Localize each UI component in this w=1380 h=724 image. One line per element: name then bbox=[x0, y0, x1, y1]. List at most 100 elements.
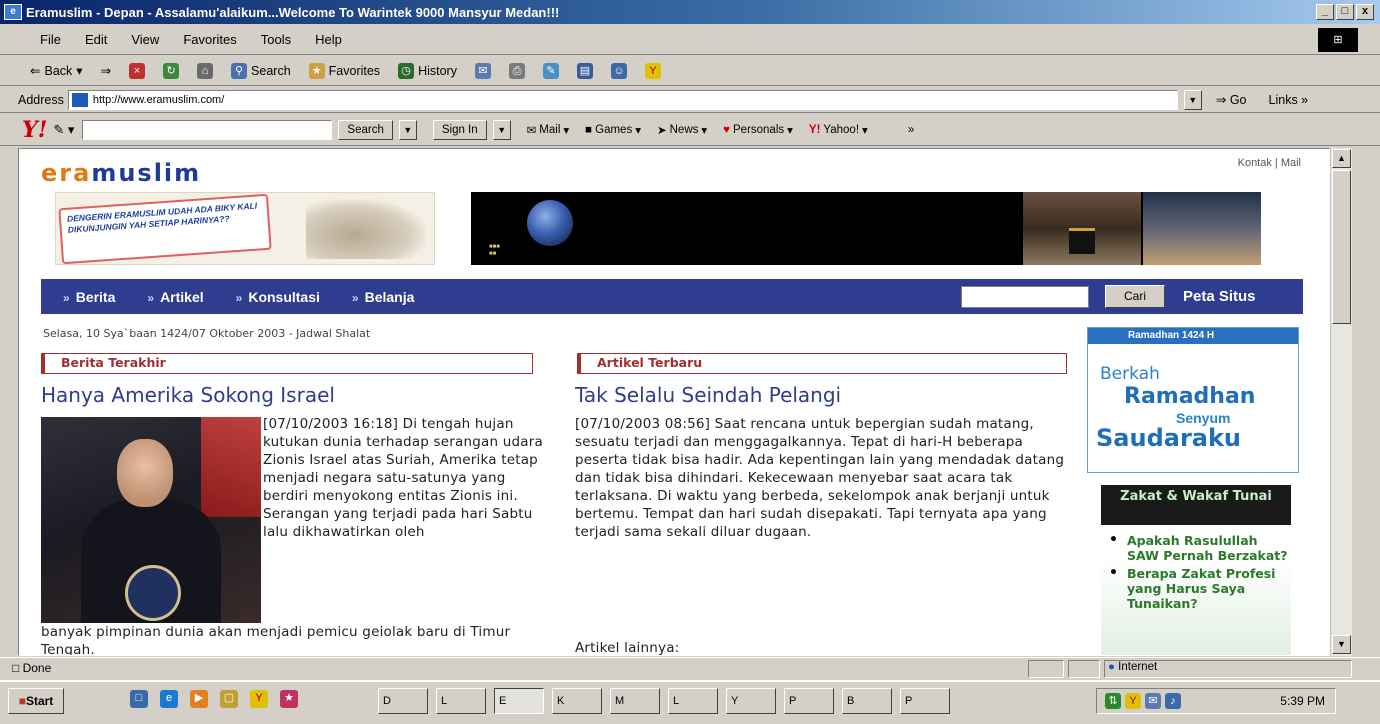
site-search-input[interactable] bbox=[961, 286, 1089, 308]
yahoo-personals-button[interactable]: ♥ Personals ▾ bbox=[723, 123, 793, 137]
refresh-button[interactable]: ↻ bbox=[163, 62, 180, 79]
print-button[interactable]: ⎙ bbox=[508, 62, 525, 79]
mail-button[interactable]: ✉ bbox=[474, 62, 491, 79]
toolbar-more-button[interactable]: » bbox=[908, 124, 914, 136]
search-button[interactable]: ⚲ Search bbox=[231, 62, 291, 79]
task-button[interactable]: Y bbox=[726, 688, 776, 714]
media-player-icon[interactable]: ▶ bbox=[190, 690, 208, 708]
address-dropdown-button[interactable]: ▼ bbox=[1183, 89, 1202, 110]
artikel-lainnya-label: Artikel lainnya: bbox=[575, 640, 680, 656]
scroll-thumb[interactable] bbox=[1332, 170, 1351, 324]
ramadhan-bar: Ramadhan 1424 H bbox=[1088, 328, 1298, 344]
back-button[interactable]: ⇐ Back ▾ bbox=[30, 63, 83, 79]
menu-favorites[interactable]: Favorites bbox=[183, 32, 236, 47]
nav-belanja[interactable]: » Belanja bbox=[352, 289, 415, 305]
task-button[interactable]: B bbox=[842, 688, 892, 714]
sign-in-button[interactable]: Sign In bbox=[432, 119, 487, 140]
address-input[interactable]: http://www.eramuslim.com/ bbox=[67, 89, 1178, 110]
favorites-button[interactable]: ★ Favorites bbox=[308, 62, 381, 79]
mecca-photo bbox=[1143, 192, 1261, 265]
yahoo-news-button[interactable]: ➤ News ▾ bbox=[657, 123, 707, 137]
network-icon[interactable]: ⇅ bbox=[1105, 693, 1121, 709]
links-button[interactable]: Links » bbox=[1269, 93, 1309, 107]
nav-berita[interactable]: » Berita bbox=[63, 289, 115, 305]
yahoo-home-button[interactable]: Y! Yahoo! ▾ bbox=[809, 123, 868, 137]
history-button[interactable]: ◷ History bbox=[398, 62, 457, 79]
show-desktop-icon[interactable]: □ bbox=[130, 690, 148, 708]
standard-toolbar: ⇐ Back ▾ ⇒ × ↻ ⌂ ⚲ Search ★ Favorites ◷ … bbox=[0, 56, 1380, 86]
radio-banner[interactable]: DENGERIN ERAMUSLIM UDAH ADA BIKY KALI DI… bbox=[55, 192, 435, 265]
yahoo-quicklaunch-icon[interactable]: Y bbox=[250, 690, 268, 708]
window-title: Eramuslim - Depan - Assalamu'alaikum...W… bbox=[26, 4, 560, 20]
page-done-icon: □ bbox=[12, 661, 20, 675]
security-zone: ● Internet bbox=[1108, 661, 1157, 673]
go-button[interactable]: ⇒ Go bbox=[1216, 92, 1247, 107]
zakat-link[interactable]: Berapa Zakat Profesi yang Harus Saya Tun… bbox=[1101, 566, 1291, 611]
scroll-down-arrow-icon[interactable]: ▼ bbox=[1332, 635, 1351, 654]
news-icon: ➤ bbox=[656, 124, 667, 137]
menu-edit[interactable]: Edit bbox=[85, 32, 107, 47]
nav-artikel[interactable]: » Artikel bbox=[147, 289, 203, 305]
task-button[interactable]: D bbox=[378, 688, 428, 714]
vertical-scrollbar[interactable]: ▲ ▼ bbox=[1330, 148, 1352, 656]
sign-in-dropdown[interactable]: ▼ bbox=[492, 119, 511, 140]
print-icon: ⎙ bbox=[508, 62, 525, 79]
messenger-button[interactable]: ☺ bbox=[610, 62, 627, 79]
discuss-button[interactable]: ▤ bbox=[576, 62, 593, 79]
maximize-button[interactable]: □ bbox=[1336, 4, 1354, 20]
start-button[interactable]: ■Start bbox=[8, 688, 64, 714]
peta-situs-link[interactable]: Peta Situs bbox=[1183, 288, 1256, 305]
menu-help[interactable]: Help bbox=[315, 32, 342, 47]
nav-belanja-label: Belanja bbox=[364, 288, 415, 305]
yahoo-games-button[interactable]: ■ Games ▾ bbox=[585, 123, 641, 137]
favorites-label: Favorites bbox=[328, 63, 381, 78]
history-icon: ◷ bbox=[398, 62, 415, 79]
cari-button[interactable]: Cari bbox=[1105, 285, 1165, 308]
artikel-headline-link[interactable]: Tak Selalu Seindah Pelangi bbox=[575, 383, 841, 407]
ramadhan-banner[interactable]: Ramadhan 1424 H Berkah Ramadhan Senyum S… bbox=[1087, 327, 1299, 473]
yahoo-mail-button[interactable]: ✉ Mail ▾ bbox=[527, 123, 570, 137]
top-links[interactable]: Kontak | Mail bbox=[1238, 157, 1301, 169]
forward-button[interactable]: ⇒ bbox=[101, 63, 111, 78]
yahoo-search-input[interactable] bbox=[82, 119, 333, 140]
mail-tray-icon[interactable]: ✉ bbox=[1145, 693, 1161, 709]
eramuslim-logo[interactable]: eramuslim bbox=[41, 159, 201, 187]
task-button[interactable]: P bbox=[900, 688, 950, 714]
berita-headline-link[interactable]: Hanya Amerika Sokong Israel bbox=[41, 383, 335, 407]
yahoo-messenger-button[interactable]: Y bbox=[644, 62, 661, 79]
nav-konsultasi[interactable]: » Konsultasi bbox=[236, 289, 320, 305]
task-button[interactable]: L bbox=[436, 688, 486, 714]
menu-file[interactable]: File bbox=[40, 32, 61, 47]
refresh-icon: ↻ bbox=[163, 62, 180, 79]
ie-quicklaunch-icon[interactable]: e bbox=[160, 690, 178, 708]
task-button[interactable]: M bbox=[610, 688, 660, 714]
task-button[interactable]: K bbox=[552, 688, 602, 714]
home-button[interactable]: ⌂ bbox=[197, 62, 214, 79]
status-text: □ Done bbox=[12, 661, 51, 675]
yahoo-search-button[interactable]: Search bbox=[338, 119, 393, 140]
news-photo[interactable] bbox=[41, 417, 261, 623]
menu-view[interactable]: View bbox=[131, 32, 159, 47]
hajj-banner[interactable]: ■■■ ■■ bbox=[471, 192, 1261, 265]
pencil-icon[interactable]: ✎ ▾ bbox=[53, 122, 74, 138]
scroll-up-arrow-icon[interactable]: ▲ bbox=[1332, 149, 1351, 168]
edit-button[interactable]: ✎ bbox=[542, 62, 559, 79]
search-label: Search bbox=[251, 63, 291, 78]
menu-tools[interactable]: Tools bbox=[261, 32, 291, 47]
app-quicklaunch-icon[interactable]: ★ bbox=[280, 690, 298, 708]
yahoo-logo[interactable]: Y! bbox=[22, 117, 47, 143]
yahoo-tray-icon[interactable]: Y bbox=[1125, 693, 1141, 709]
close-button[interactable]: x bbox=[1356, 4, 1374, 20]
task-button[interactable]: L bbox=[668, 688, 718, 714]
task-button[interactable]: P bbox=[784, 688, 834, 714]
zakat-link[interactable]: Apakah Rasulullah SAW Pernah Berzakat? bbox=[1101, 533, 1291, 563]
task-button-active[interactable]: E bbox=[494, 688, 544, 714]
stop-button[interactable]: × bbox=[129, 62, 146, 79]
explorer-icon[interactable]: ▢ bbox=[220, 690, 238, 708]
chevron-right-icon: » bbox=[147, 290, 155, 305]
clock[interactable]: 5:39 PM bbox=[1280, 694, 1325, 708]
minimize-button[interactable]: _ bbox=[1316, 4, 1334, 20]
volume-tray-icon[interactable]: ♪ bbox=[1165, 693, 1181, 709]
yahoo-search-dropdown[interactable]: ▼ bbox=[398, 119, 417, 140]
address-url: http://www.eramuslim.com/ bbox=[92, 93, 225, 106]
